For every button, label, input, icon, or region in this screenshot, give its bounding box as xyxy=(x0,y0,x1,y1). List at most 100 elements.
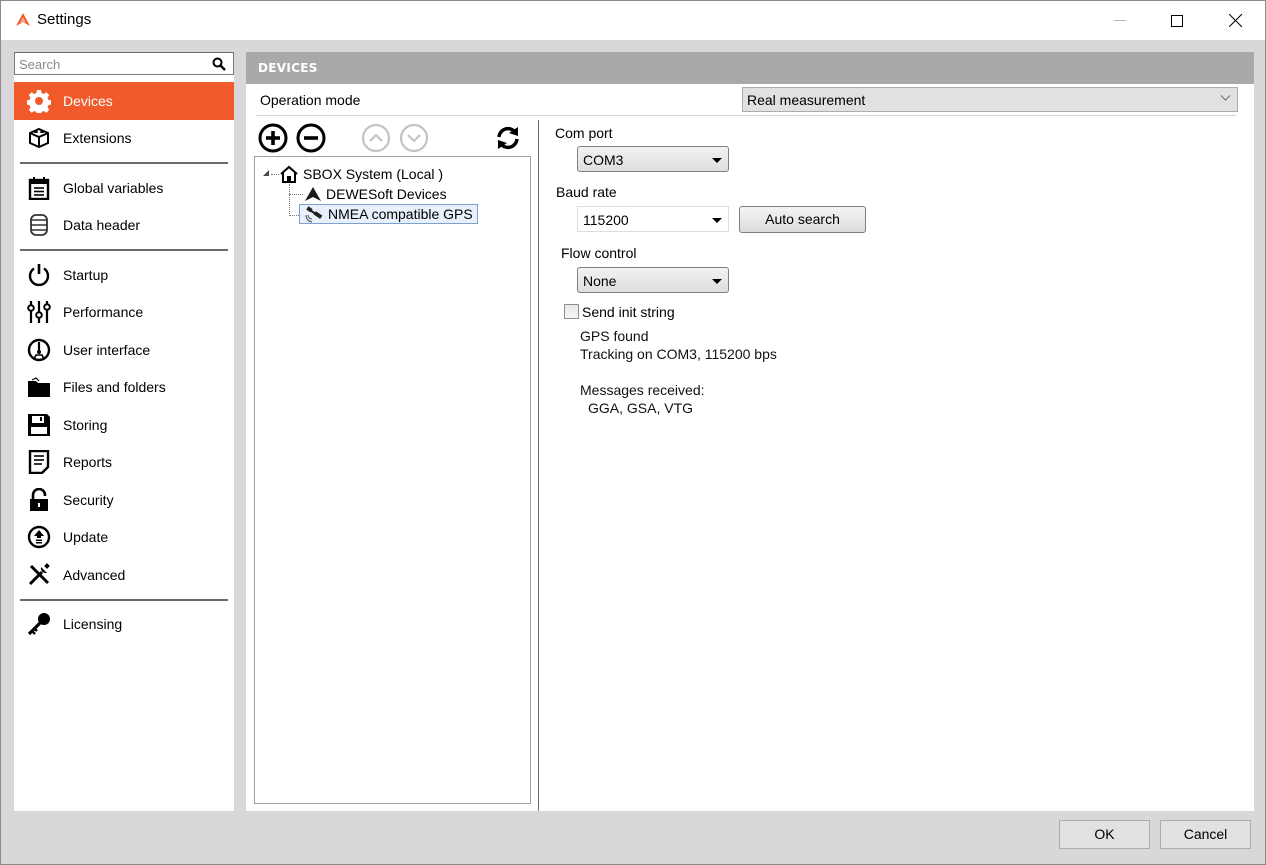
sidebar-item-files-and-folders[interactable]: Files and folders xyxy=(14,369,234,407)
com-port-value: COM3 xyxy=(583,152,624,168)
dewesoft-logo-icon xyxy=(305,187,321,201)
sidebar-item-label: Startup xyxy=(63,266,109,283)
sidebar-item-global-variables[interactable]: Global variables xyxy=(14,169,234,207)
flow-control-label: Flow control xyxy=(561,245,637,261)
tools-icon xyxy=(26,562,52,588)
close-button[interactable] xyxy=(1206,1,1264,40)
tree-connector xyxy=(289,184,290,216)
home-icon xyxy=(280,165,298,183)
flow-control-dropdown[interactable]: None xyxy=(577,267,729,293)
flow-control-value: None xyxy=(583,273,617,289)
sidebar-divider xyxy=(20,249,228,251)
sidebar-item-licensing[interactable]: Licensing xyxy=(14,606,234,644)
refresh-button[interactable] xyxy=(492,122,524,154)
add-device-button[interactable] xyxy=(257,122,289,154)
sidebar-item-devices[interactable]: Devices xyxy=(14,82,234,120)
send-init-string-label[interactable]: Send init string xyxy=(582,304,675,320)
sidebar-item-advanced[interactable]: Advanced xyxy=(14,556,234,594)
search-input[interactable] xyxy=(19,55,199,73)
sidebar-item-label: Data header xyxy=(63,217,141,234)
chevron-up-circle-icon xyxy=(361,123,391,153)
window-title: Settings xyxy=(37,11,92,28)
devices-panel: DEVICES Operation mode Real measurement xyxy=(246,52,1254,811)
dropdown-arrow-icon xyxy=(712,218,722,223)
send-init-string-checkbox[interactable] xyxy=(564,304,579,319)
com-port-dropdown[interactable]: COM3 xyxy=(577,146,729,172)
tree-item-label: DEWESoft Devices xyxy=(326,186,447,202)
remove-device-button[interactable] xyxy=(295,122,327,154)
sidebar-item-data-header[interactable]: Data header xyxy=(14,207,234,245)
sidebar-divider xyxy=(20,598,228,601)
gps-status-text: GPS found xyxy=(580,328,649,344)
tree-connector xyxy=(271,174,279,175)
auto-search-button[interactable]: Auto search xyxy=(739,206,866,233)
sidebar-item-performance[interactable]: Performance xyxy=(14,294,234,332)
search-box[interactable] xyxy=(14,52,234,75)
cancel-button[interactable]: Cancel xyxy=(1160,820,1251,849)
dewesoft-logo-icon xyxy=(16,13,30,26)
minimize-button[interactable] xyxy=(1091,1,1149,40)
clipboard-icon xyxy=(26,175,52,201)
sidebar-item-extensions[interactable]: Extensions xyxy=(14,120,234,158)
satellite-icon xyxy=(305,206,323,223)
tree-item-dewesoft-devices[interactable]: DEWESoft Devices xyxy=(304,184,447,204)
sidebar-item-label: Files and folders xyxy=(63,379,166,396)
baud-rate-value: 115200 xyxy=(583,212,629,228)
search-icon[interactable] xyxy=(212,57,226,71)
sidebar-item-label: Global variables xyxy=(63,179,164,196)
divider xyxy=(256,115,1236,116)
lego-box-icon xyxy=(26,125,52,151)
sidebar-item-startup[interactable]: Startup xyxy=(14,256,234,294)
maximize-icon xyxy=(1171,14,1183,27)
maximize-button[interactable] xyxy=(1148,1,1206,40)
sidebar-item-reports[interactable]: Reports xyxy=(14,444,234,482)
panel-separator[interactable] xyxy=(538,120,539,811)
section-header: DEVICES xyxy=(246,52,1254,84)
sidebar-item-label: Storing xyxy=(63,416,108,433)
chevron-down-circle-icon xyxy=(399,123,429,153)
dropdown-arrow-icon xyxy=(712,158,722,163)
sidebar-item-security[interactable]: Security xyxy=(14,481,234,519)
sidebar-nav: Devices Extensions Global variables Data… xyxy=(14,82,234,643)
sidebar-item-label: User interface xyxy=(63,341,151,358)
com-port-label: Com port xyxy=(555,125,613,141)
sidebar-divider xyxy=(20,162,228,164)
title-bar: Settings xyxy=(1,1,1265,40)
settings-window: Settings Devices xyxy=(0,0,1266,865)
sidebar-item-storing[interactable]: Storing xyxy=(14,406,234,444)
ok-button[interactable]: OK xyxy=(1059,820,1150,849)
sidebar-item-label: Extensions xyxy=(63,130,132,147)
sidebar-item-user-interface[interactable]: User interface xyxy=(14,331,234,369)
operation-mode-value: Real measurement xyxy=(747,92,866,108)
gauge-icon xyxy=(26,337,52,363)
expand-arrow-icon[interactable] xyxy=(263,170,269,176)
minus-circle-icon xyxy=(296,123,326,153)
operation-mode-label: Operation mode xyxy=(260,92,361,108)
sidebar-item-label: Licensing xyxy=(63,616,123,633)
tree-connector xyxy=(289,194,303,195)
sidebar-item-label: Reports xyxy=(63,454,113,471)
tree-item-root[interactable]: SBOX System (Local ) xyxy=(279,164,443,184)
baud-rate-dropdown[interactable]: 115200 xyxy=(577,206,729,232)
sidebar-item-label: Performance xyxy=(63,304,144,321)
operation-mode-dropdown[interactable]: Real measurement xyxy=(742,87,1238,112)
messages-received-value: GGA, GSA, VTG xyxy=(588,400,694,416)
tree-connector xyxy=(289,215,299,216)
section-title: DEVICES xyxy=(258,61,318,75)
document-icon xyxy=(26,449,52,475)
sidebar: Devices Extensions Global variables xyxy=(14,52,234,811)
sidebar-item-label: Security xyxy=(63,491,114,508)
power-icon xyxy=(26,262,52,288)
database-icon xyxy=(26,212,52,238)
sidebar-item-label: Update xyxy=(63,529,109,546)
tree-item-nmea-gps[interactable]: NMEA compatible GPS xyxy=(299,204,478,224)
sidebar-item-label: Devices xyxy=(63,92,113,109)
plus-circle-icon xyxy=(258,123,288,153)
device-tree[interactable]: SBOX System (Local ) DEWESoft Devices NM… xyxy=(254,156,531,804)
gear-icon xyxy=(26,88,52,114)
messages-received-label: Messages received: xyxy=(580,382,705,398)
move-up-button[interactable] xyxy=(360,122,392,154)
sidebar-item-update[interactable]: Update xyxy=(14,519,234,557)
chevron-down-icon xyxy=(1220,95,1231,101)
move-down-button[interactable] xyxy=(398,122,430,154)
